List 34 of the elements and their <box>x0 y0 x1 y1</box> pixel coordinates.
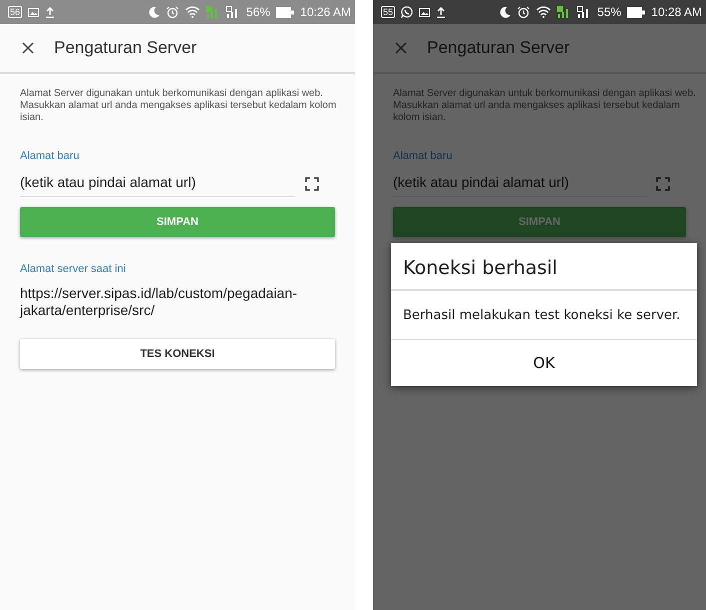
scan-icon[interactable] <box>305 176 319 190</box>
image-icon <box>419 8 430 16</box>
server-url-text: https://server.sipas.id/lab/custom/pegadaian-jakarta/enterprise/src/ <box>20 285 298 319</box>
image-icon <box>28 8 40 16</box>
url-input-field[interactable]: (ketik atau pindai alamat url) <box>393 170 646 197</box>
field-label: Alamat baru <box>393 150 454 162</box>
upload-icon <box>45 6 56 18</box>
phone-bubble-icon <box>401 6 414 18</box>
wifi-icon <box>185 6 200 18</box>
clock-time: 10:28 AM <box>651 5 702 19</box>
screen-title: Pengaturan Server <box>54 38 197 58</box>
moon-icon <box>149 6 160 18</box>
battery-icon <box>276 6 294 18</box>
ok-button[interactable]: OK <box>391 340 697 386</box>
upload-icon <box>436 6 446 18</box>
close-icon[interactable] <box>22 42 34 54</box>
field-label: Alamat baru <box>20 150 80 162</box>
test-connection-button[interactable]: TES KONEKSI <box>20 339 335 369</box>
description-text: Alamat Server digunakan untuk berkomunikasi dengan aplikasi web. Masukkan alamat url anda mengakses aplikasi tersebut kedalam kolom isian. <box>20 88 338 124</box>
notification-badge: 56 <box>8 6 22 18</box>
battery-icon <box>627 6 646 18</box>
wifi-icon <box>536 6 552 18</box>
dialog-title: Koneksi berhasil <box>391 243 697 291</box>
moon-icon <box>500 6 512 18</box>
battery-percent: 55% <box>597 5 622 19</box>
screen-title: Pengaturan Server <box>427 38 570 58</box>
battery-percent: 56% <box>246 5 270 19</box>
notification-badge: 55 <box>381 6 396 18</box>
section-label: Alamat server saat ini <box>20 263 127 275</box>
alarm-clock-icon <box>517 6 530 18</box>
description-text: Alamat Server digunakan untuk berkomunikasi dengan aplikasi web. Masukkan alamat url anda mengakses aplikasi tersebut kedalam kolom isian. <box>393 88 697 124</box>
alarm-clock-icon <box>166 6 180 18</box>
url-input-field[interactable]: (ketik atau pindai alamat url) <box>20 170 295 197</box>
clock-time: 10:26 AM <box>300 5 351 19</box>
